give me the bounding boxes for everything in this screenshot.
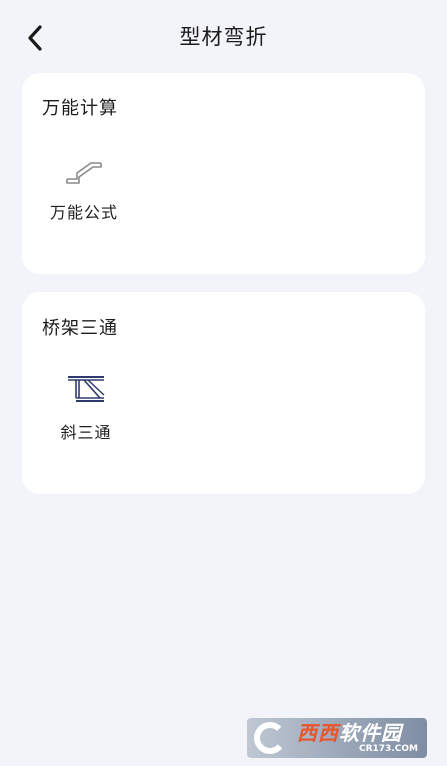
- section-title: 桥架三通: [42, 318, 118, 339]
- tool-universal-formula[interactable]: 万能公式: [42, 154, 126, 234]
- nav-bar: 型材弯折: [0, 0, 447, 72]
- watermark-brand-part1: 西西: [297, 721, 339, 745]
- page: 型材弯折 万能计算 万能公式 桥架三通 斜三通 西西软件园 CR173.COM: [0, 0, 447, 766]
- watermark-url: CR173.COM: [359, 744, 418, 754]
- c-logo-icon: [254, 722, 286, 754]
- tool-slant-tee[interactable]: 斜三通: [44, 374, 128, 454]
- tool-label: 万能公式: [49, 203, 118, 222]
- section-title: 万能计算: [42, 98, 118, 119]
- z-bend-profile-icon: [66, 162, 102, 184]
- slant-tee-icon: [68, 376, 105, 402]
- watermark-brand: 西西软件园: [297, 721, 402, 745]
- page-title: 型材弯折: [179, 25, 268, 49]
- watermark-brand-part2: 软件园: [339, 721, 402, 745]
- watermark-logo: 西西软件园 CR173.COM: [247, 718, 427, 758]
- tool-label: 斜三通: [60, 423, 112, 442]
- section-card-tray-tee: 桥架三通 斜三通: [22, 292, 425, 494]
- section-card-universal-calc: 万能计算 万能公式: [22, 73, 425, 274]
